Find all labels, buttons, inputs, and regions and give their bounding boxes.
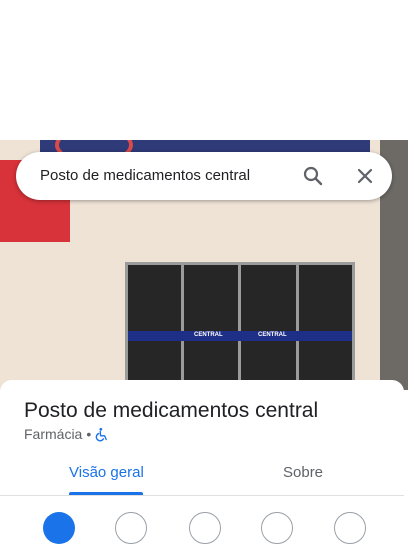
storefront-window: CENTRAL CENTRAL — [125, 262, 355, 390]
tab-overview[interactable]: Visão geral — [69, 464, 144, 481]
window-mullion — [238, 265, 241, 387]
action-button[interactable] — [189, 512, 221, 544]
search-bar[interactable]: Posto de medicamentos central — [16, 152, 392, 200]
place-title: Posto de medicamentos central — [24, 399, 319, 422]
place-subtitle: Farmácia • — [24, 426, 109, 442]
close-icon[interactable] — [353, 164, 377, 188]
tabs-divider — [0, 495, 404, 496]
window-band-text: CENTRAL — [258, 332, 287, 338]
window-band: CENTRAL CENTRAL — [128, 331, 352, 341]
window-mullion — [181, 265, 184, 387]
action-button[interactable] — [261, 512, 293, 544]
action-button[interactable] — [115, 512, 147, 544]
search-input[interactable]: Posto de medicamentos central — [40, 167, 250, 184]
tab-about[interactable]: Sobre — [283, 464, 323, 481]
place-category[interactable]: Farmácia — [24, 426, 82, 442]
separator-dot: • — [86, 426, 92, 442]
search-icon[interactable] — [301, 164, 325, 188]
action-button[interactable] — [334, 512, 366, 544]
wheelchair-icon — [94, 427, 109, 442]
window-mullion — [296, 265, 299, 387]
window-band-text: CENTRAL — [194, 332, 223, 338]
place-details-sheet: Posto de medicamentos central Farmácia •… — [0, 380, 404, 544]
action-button-primary[interactable] — [43, 512, 75, 544]
